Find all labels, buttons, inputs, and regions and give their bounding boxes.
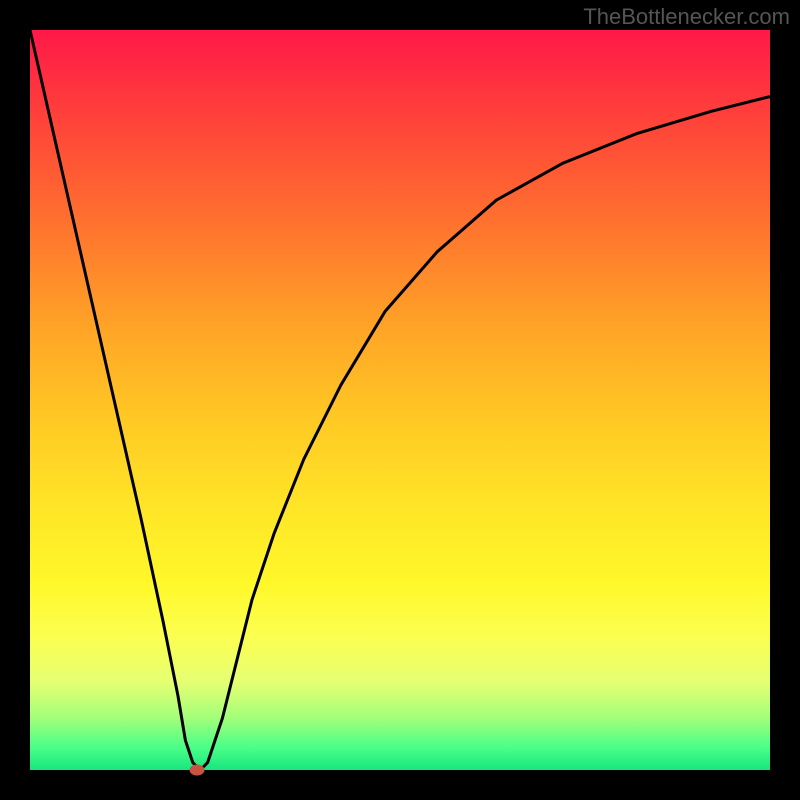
chart-frame: TheBottleneсker.com [0,0,800,800]
plot-area [30,30,770,770]
optimum-marker-icon [189,765,204,776]
curve-svg [30,30,770,770]
bottleneck-curve-path [30,30,770,770]
watermark-text: TheBottleneсker.com [583,4,790,30]
